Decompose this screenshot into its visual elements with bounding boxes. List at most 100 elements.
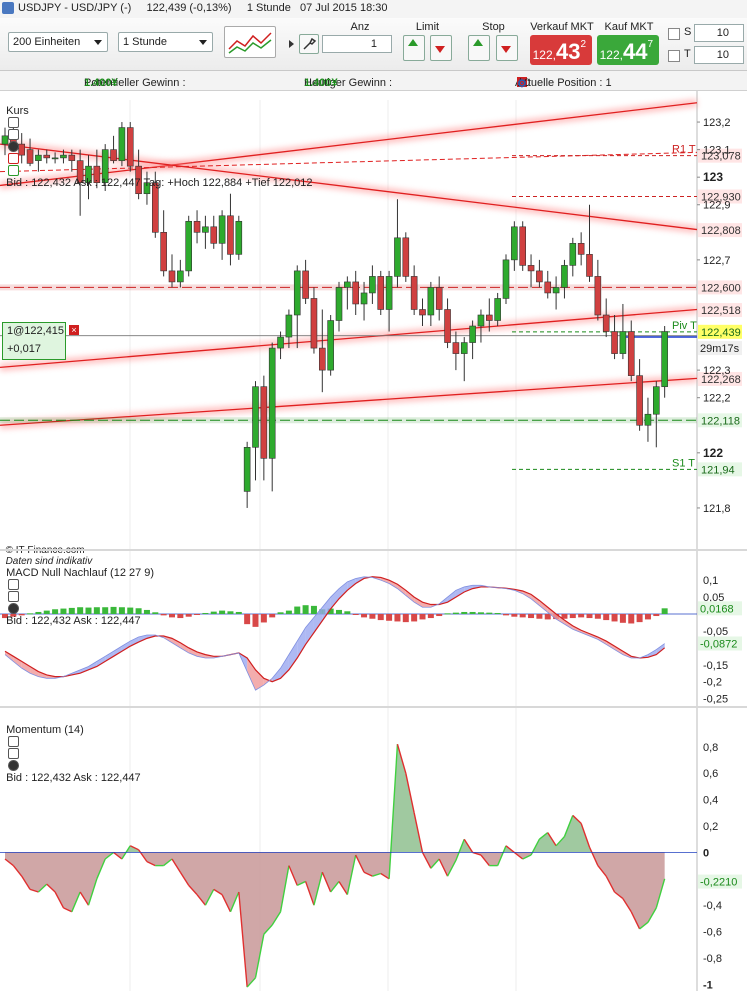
- buy-label: Kauf MKT: [604, 21, 654, 33]
- panel-separator[interactable]: [0, 549, 747, 551]
- candle-down: [611, 331, 618, 354]
- candle-down: [402, 237, 410, 277]
- window-title: USDJPY - USD/JPY (-) 122,439 (-0,13%) 1 …: [18, 2, 388, 14]
- candle-down: [160, 232, 167, 272]
- limit-sell-button[interactable]: [430, 35, 452, 61]
- candle-up: [235, 220, 243, 255]
- macd-bar-positive: [219, 610, 226, 614]
- window-icon[interactable]: [8, 129, 20, 140]
- panel-separator[interactable]: [0, 706, 747, 708]
- sell-label: Verkauf MKT: [530, 21, 594, 33]
- anz-input[interactable]: 1: [322, 35, 392, 53]
- macd-cloud: [180, 642, 189, 653]
- macd-bar-positive: [494, 612, 501, 614]
- macd-cloud: [297, 627, 306, 658]
- close-icon[interactable]: [8, 760, 20, 771]
- candle-down: [68, 154, 76, 161]
- window-icon[interactable]: [8, 591, 20, 602]
- macd-bar-positive: [461, 611, 468, 614]
- open-position-badge[interactable]: 1@122,415 +0,017: [2, 322, 66, 360]
- pivot-level-name: R1 T: [672, 144, 696, 156]
- macd-panel-header: MACD Null Nachlauf (12 27 9) Bid : 122,4…: [0, 555, 154, 627]
- macd-bar-negative: [578, 614, 585, 618]
- pivot-level-name: Piv T: [672, 320, 697, 332]
- macd-title: MACD Null Nachlauf (12 27 9): [6, 567, 155, 579]
- play-icon[interactable]: [289, 40, 294, 48]
- wrench-icon[interactable]: [8, 579, 20, 590]
- position-entry: 1@122,415: [7, 325, 65, 337]
- candle-down: [594, 276, 602, 316]
- candle-down: [110, 149, 117, 161]
- units-dropdown[interactable]: 200 Einheiten: [8, 32, 108, 52]
- candle-up: [460, 342, 468, 354]
- macd-cloud: [288, 641, 298, 670]
- gear-icon[interactable]: ⚙: [517, 77, 527, 90]
- limit-label: Limit: [415, 21, 440, 33]
- s-value-input[interactable]: 10: [694, 24, 744, 42]
- macd-bar-negative: [611, 614, 618, 622]
- t-label: T: [684, 48, 691, 60]
- candle-down: [419, 309, 426, 316]
- arrow-up-icon[interactable]: [8, 165, 20, 176]
- chart-area: R1 T123,078122,930122,600Piv T122,439122…: [0, 91, 742, 991]
- macd-bar-negative: [185, 614, 192, 617]
- period-dropdown[interactable]: 1 Stunde: [118, 32, 213, 52]
- wrench-icon[interactable]: [8, 736, 20, 747]
- momentum-quote: Bid : 122,432 Ask : 122,447: [6, 772, 141, 784]
- candle-up: [118, 127, 126, 161]
- close-icon[interactable]: [8, 141, 20, 152]
- candle-up: [344, 281, 351, 288]
- macd-tick-label: 0,1: [703, 575, 718, 587]
- candle-down: [627, 331, 635, 376]
- candle-up: [185, 220, 192, 272]
- macd-bar-positive: [302, 605, 309, 614]
- macd-bar-negative: [377, 614, 384, 621]
- macd-bar-negative: [603, 614, 610, 621]
- arrow-down-icon[interactable]: [8, 153, 20, 164]
- macd-bar-positive: [43, 610, 50, 614]
- chart-type-button[interactable]: [224, 26, 276, 58]
- candle-down: [519, 226, 527, 266]
- momentum-tick-label: 0,4: [703, 795, 718, 807]
- stop-buy-button[interactable]: [468, 35, 490, 61]
- macd-cloud: [414, 597, 423, 608]
- macd-bar-positive: [210, 611, 217, 614]
- buy-market-button[interactable]: 122,447: [597, 35, 659, 65]
- limit-buy-button[interactable]: [403, 35, 425, 61]
- order-toolbar: 200 Einheiten 1 Stunde Anz 1 Limit Stop …: [0, 18, 747, 71]
- macd-cloud: [105, 651, 114, 662]
- macd-bar-negative: [169, 614, 175, 618]
- candle-down: [260, 386, 268, 459]
- macd-bar-negative: [536, 614, 543, 619]
- candle-up: [619, 331, 627, 354]
- level-tag-text: 122,600: [701, 282, 741, 294]
- macd-bar-negative: [402, 614, 409, 623]
- s-label: S: [684, 26, 692, 38]
- macd-bar-positive: [52, 609, 59, 614]
- level-tag-text: 121,94: [701, 464, 735, 476]
- macd-cloud: [21, 661, 31, 674]
- macd-bar-negative: [419, 614, 426, 620]
- t-value-input[interactable]: 10: [694, 46, 744, 64]
- macd-cloud: [330, 588, 339, 609]
- candle-up: [469, 325, 476, 343]
- axis-tick-label: 122,3: [703, 365, 731, 377]
- macd-tick-label: -0,05: [703, 626, 728, 638]
- candle-up: [252, 386, 259, 448]
- candle-down: [435, 287, 443, 310]
- sell-market-button[interactable]: 122,432: [530, 35, 592, 65]
- close-icon[interactable]: ×: [69, 325, 79, 335]
- t-checkbox[interactable]: [668, 50, 680, 62]
- candle-up: [35, 154, 42, 161]
- wrench-icon[interactable]: [8, 117, 20, 128]
- momentum-tick-label: 0: [703, 847, 709, 859]
- s-checkbox[interactable]: [668, 28, 680, 40]
- candle-up: [385, 276, 393, 310]
- wrench-button[interactable]: [299, 34, 319, 54]
- momentum-tick-label: 0,8: [703, 742, 718, 754]
- close-icon[interactable]: [8, 603, 20, 614]
- window-icon[interactable]: [8, 748, 20, 759]
- macd-bar-positive: [93, 607, 100, 614]
- stop-sell-button[interactable]: [496, 35, 518, 61]
- macd-bar-negative: [386, 614, 393, 621]
